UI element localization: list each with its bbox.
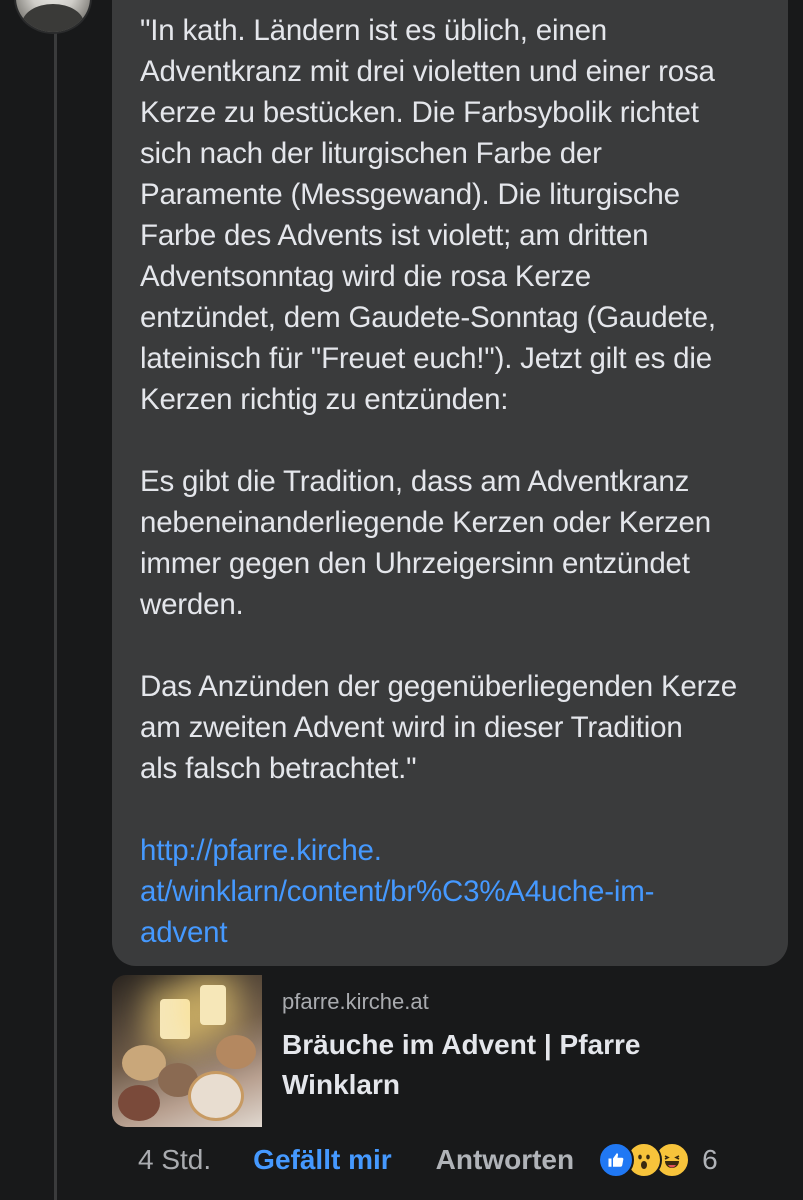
candle-shape bbox=[160, 999, 190, 1039]
comment-actions: 4 Std. Gefällt mir Antworten 6 bbox=[138, 1138, 798, 1182]
link-preview[interactable]: pfarre.kirche.at Bräuche im Advent | Pfa… bbox=[112, 975, 788, 1127]
preview-thumbnail bbox=[112, 975, 262, 1127]
comment-time[interactable]: 4 Std. bbox=[138, 1144, 211, 1176]
reactions-summary[interactable] bbox=[598, 1142, 691, 1178]
preview-domain: pfarre.kirche.at bbox=[282, 989, 429, 1014]
cookie-shape bbox=[216, 1035, 256, 1069]
comment-paragraph-2: Es gibt die Tradition, dass am Adventkra… bbox=[140, 465, 711, 621]
reaction-count[interactable]: 6 bbox=[702, 1144, 718, 1176]
cookie-shape bbox=[118, 1085, 160, 1121]
cookie-shape bbox=[188, 1071, 244, 1121]
thread-line bbox=[54, 28, 57, 1200]
candle-shape bbox=[200, 985, 226, 1025]
avatar[interactable] bbox=[14, 0, 92, 34]
like-button[interactable]: Gefällt mir bbox=[253, 1144, 391, 1176]
comment-link[interactable]: http://pfarre.kirche. at/winklarn/conten… bbox=[140, 830, 760, 953]
comment-paragraph-1: "In kath. Ländern ist es üblich, einen A… bbox=[140, 14, 716, 416]
preview-title[interactable]: Bräuche im Advent | Pfarre Winklarn bbox=[282, 1025, 752, 1105]
comment-paragraph-3: Das Anzünden der gegenüberliegenden Kerz… bbox=[140, 670, 738, 785]
comment-bubble: "In kath. Ländern ist es üblich, einen A… bbox=[112, 0, 788, 966]
avatar-shoulder bbox=[22, 4, 84, 32]
like-icon bbox=[598, 1142, 635, 1178]
reply-button[interactable]: Antworten bbox=[436, 1144, 574, 1176]
